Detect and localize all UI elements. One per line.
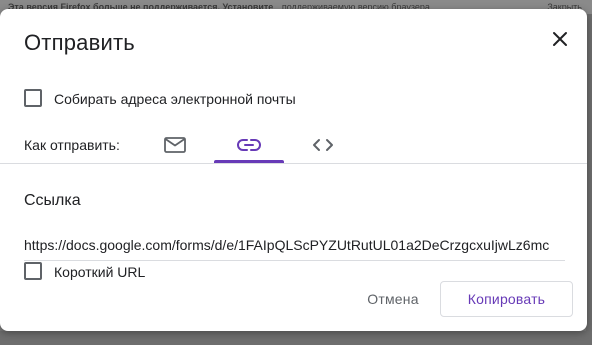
tab-link[interactable] <box>215 127 283 163</box>
link-icon <box>237 139 261 151</box>
tabs-divider <box>0 163 587 164</box>
link-url-field[interactable]: https://docs.google.com/forms/d/e/1FAIpQ… <box>24 231 565 261</box>
tab-email[interactable] <box>141 127 209 163</box>
short-url-checkbox[interactable] <box>24 262 42 280</box>
collect-emails-label: Собирать адреса электронной почты <box>54 91 296 107</box>
collect-emails-checkbox[interactable] <box>24 89 42 107</box>
link-section-title: Ссылка <box>24 192 81 209</box>
envelope-icon <box>164 137 186 153</box>
close-button[interactable] <box>548 27 572 51</box>
short-url-label: Короткий URL <box>54 264 146 280</box>
send-via-label: Как отправить: <box>24 137 120 153</box>
copy-button[interactable]: Копировать <box>440 281 573 317</box>
code-icon <box>313 139 333 151</box>
close-icon <box>553 32 567 46</box>
tab-embed[interactable] <box>289 127 357 163</box>
background-overlay-bottom <box>0 331 592 345</box>
dialog-title: Отправить <box>24 30 135 55</box>
cancel-button[interactable]: Отмена <box>358 281 428 317</box>
send-dialog: Отправить Собирать адреса электронной по… <box>0 9 587 331</box>
